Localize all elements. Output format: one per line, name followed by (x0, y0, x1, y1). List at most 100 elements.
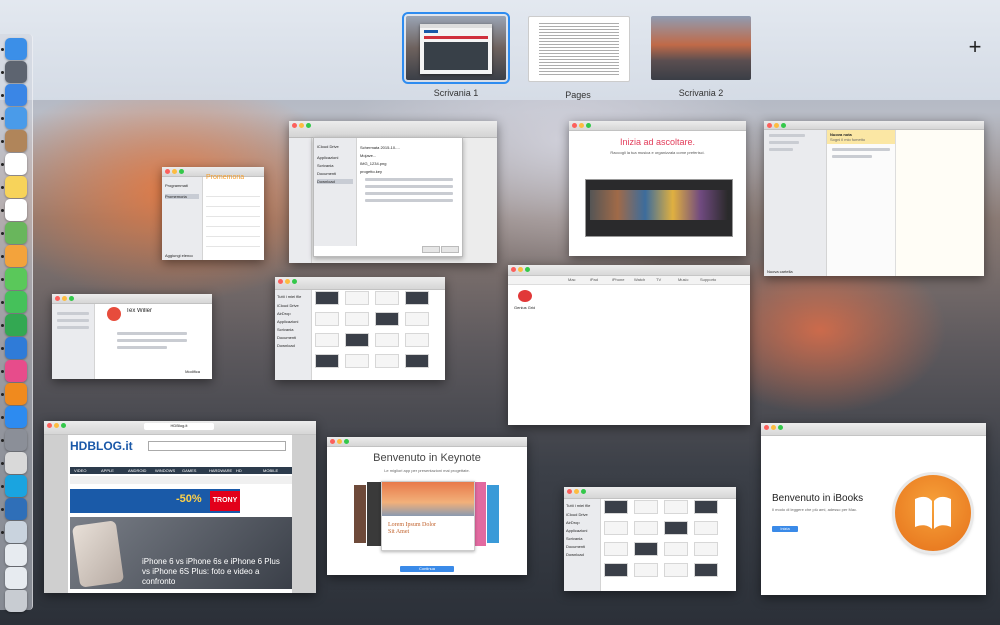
itunes-icon[interactable] (5, 360, 27, 382)
sidebar-item[interactable]: Documenti (277, 335, 309, 340)
file-thumbnail[interactable] (634, 521, 658, 535)
finder-small-window[interactable]: Tutti i miei file iCloud Drive AirDrop A… (564, 487, 736, 591)
add-list-button[interactable]: Aggiungi elenco (165, 253, 193, 258)
sidebar-item[interactable]: AirDrop (277, 311, 309, 316)
reminders-window[interactable]: Programmati Promemoria Aggiungi elenco P… (162, 167, 264, 260)
nav-item[interactable]: MOBILE (263, 468, 278, 473)
skype-icon[interactable] (5, 475, 27, 497)
sidebar-item[interactable]: iCloud Drive (317, 144, 353, 149)
nav-item[interactable]: WINDOWS (155, 468, 175, 473)
file-row[interactable]: IMG_1234.png (360, 161, 458, 166)
space-scrivania-1[interactable]: Scrivania 1 (402, 12, 510, 98)
sidebar-item[interactable]: iCloud Drive (277, 303, 309, 308)
contacts-icon[interactable] (5, 130, 27, 152)
sidebar-item[interactable]: iCloud Drive (566, 512, 598, 517)
sidebar-item[interactable]: Applicazioni (317, 155, 353, 160)
sidebar-item[interactable]: AirDrop (566, 520, 598, 525)
sidebar-item[interactable]: Applicazioni (566, 528, 598, 533)
nav-item[interactable]: Mac (568, 277, 576, 282)
keynote-icon[interactable] (5, 337, 27, 359)
tab-label[interactable]: HDBlog.it (144, 423, 214, 430)
nav-item[interactable]: TV (656, 277, 661, 282)
sidebar-item[interactable]: Scrivania (277, 327, 309, 332)
file-thumbnail[interactable] (694, 542, 718, 556)
file-thumbnail[interactable] (405, 333, 429, 347)
numbers-icon[interactable] (5, 314, 27, 336)
file-thumbnail[interactable] (315, 354, 339, 368)
hero-article[interactable]: iPhone 6 vs iPhone 6s e iPhone 6 Plus vs… (70, 517, 292, 589)
file-thumbnail[interactable] (405, 291, 429, 305)
new-folder-button[interactable]: Nuova cartella (767, 269, 793, 274)
sidebar-item[interactable]: Documenti (566, 544, 598, 549)
sidebar-item[interactable]: Scrivania (317, 163, 353, 168)
file-thumbnail[interactable] (345, 333, 369, 347)
finder-window-icon[interactable] (5, 521, 27, 543)
file-thumbnail[interactable] (375, 333, 399, 347)
edit-button[interactable]: Modifica (185, 369, 200, 374)
itunes-window[interactable]: Inizia ad ascoltare. Raccogli la tua mus… (569, 121, 746, 256)
trash-icon[interactable] (5, 590, 27, 612)
file-thumbnail[interactable] (405, 354, 429, 368)
promo-banner[interactable]: -50% TRONY (70, 489, 240, 513)
add-space-button[interactable]: + (964, 36, 986, 58)
document-icon-2[interactable] (5, 567, 27, 589)
file-thumbnail[interactable] (604, 563, 628, 577)
list-item[interactable]: Programmati (165, 183, 199, 188)
search-input[interactable] (148, 441, 286, 451)
notes-window[interactable]: Nuova cartella Nuova nota Sogni il mio f… (764, 121, 984, 276)
file-thumbnail[interactable] (604, 542, 628, 556)
launchpad-icon[interactable] (5, 61, 27, 83)
note-editor[interactable] (896, 130, 984, 276)
document-icon[interactable] (5, 544, 27, 566)
list-item[interactable]: Promemoria (165, 194, 199, 199)
nav-item[interactable]: iPad (590, 277, 598, 282)
file-thumbnail[interactable] (375, 291, 399, 305)
safari-icon[interactable] (5, 84, 27, 106)
file-thumbnail[interactable] (604, 521, 628, 535)
file-thumbnail[interactable] (315, 291, 339, 305)
save-dialog[interactable]: iCloud Drive Applicazioni Scrivania Docu… (313, 137, 463, 257)
cancel-button[interactable] (422, 246, 440, 253)
contacts-window[interactable]: Tex Willer Modifica (52, 294, 212, 379)
start-button[interactable]: Inizia (772, 526, 798, 532)
file-row[interactable]: progetto.key (360, 169, 458, 174)
article-headline[interactable]: iPhone 6 vs iPhone 6s e iPhone 6 Plus vs… (142, 557, 286, 587)
finder-icon[interactable] (5, 38, 27, 60)
file-thumbnail[interactable] (405, 312, 429, 326)
file-thumbnail[interactable] (345, 354, 369, 368)
nav-item[interactable]: VIDEO (74, 468, 86, 473)
xcode-icon[interactable] (5, 498, 27, 520)
file-thumbnail[interactable] (664, 542, 688, 556)
sidebar-item[interactable]: Scrivania (566, 536, 598, 541)
file-thumbnail[interactable] (315, 312, 339, 326)
messages-icon[interactable] (5, 268, 27, 290)
file-thumbnail[interactable] (694, 521, 718, 535)
file-thumbnail[interactable] (664, 500, 688, 514)
nav-item[interactable]: Music (678, 277, 688, 282)
facetime-icon[interactable] (5, 291, 27, 313)
apple-site-window[interactable]: Mac iPad iPhone Watch TV Music Supporto Genius… (508, 265, 750, 425)
file-thumbnail[interactable] (664, 563, 688, 577)
file-row[interactable]: Schermata 2015-10-... (360, 145, 458, 150)
sidebar-item[interactable]: Download (277, 343, 309, 348)
reminders-icon[interactable] (5, 199, 27, 221)
open-button[interactable] (441, 246, 459, 253)
file-row[interactable]: Mojave... (360, 153, 458, 158)
mail-icon[interactable] (5, 107, 27, 129)
file-thumbnail[interactable] (375, 354, 399, 368)
space-pages[interactable]: Pages (528, 16, 630, 100)
nav-item[interactable]: Watch (634, 277, 645, 282)
maps-icon[interactable] (5, 222, 27, 244)
file-thumbnail[interactable] (345, 291, 369, 305)
space-thumbnail[interactable] (402, 12, 510, 84)
calendar-icon[interactable] (5, 153, 27, 175)
sidebar-item[interactable]: Applicazioni (277, 319, 309, 324)
sidebar-item[interactable]: Tutti i miei file (566, 503, 598, 508)
photos-icon[interactable] (5, 245, 27, 267)
file-thumbnail[interactable] (315, 333, 339, 347)
sidebar-item[interactable]: Download (566, 552, 598, 557)
sidebar-item[interactable]: Documenti (317, 171, 353, 176)
ibooks-icon[interactable] (5, 383, 27, 405)
notes-icon[interactable] (5, 176, 27, 198)
nav-item[interactable]: iPhone (612, 277, 624, 282)
